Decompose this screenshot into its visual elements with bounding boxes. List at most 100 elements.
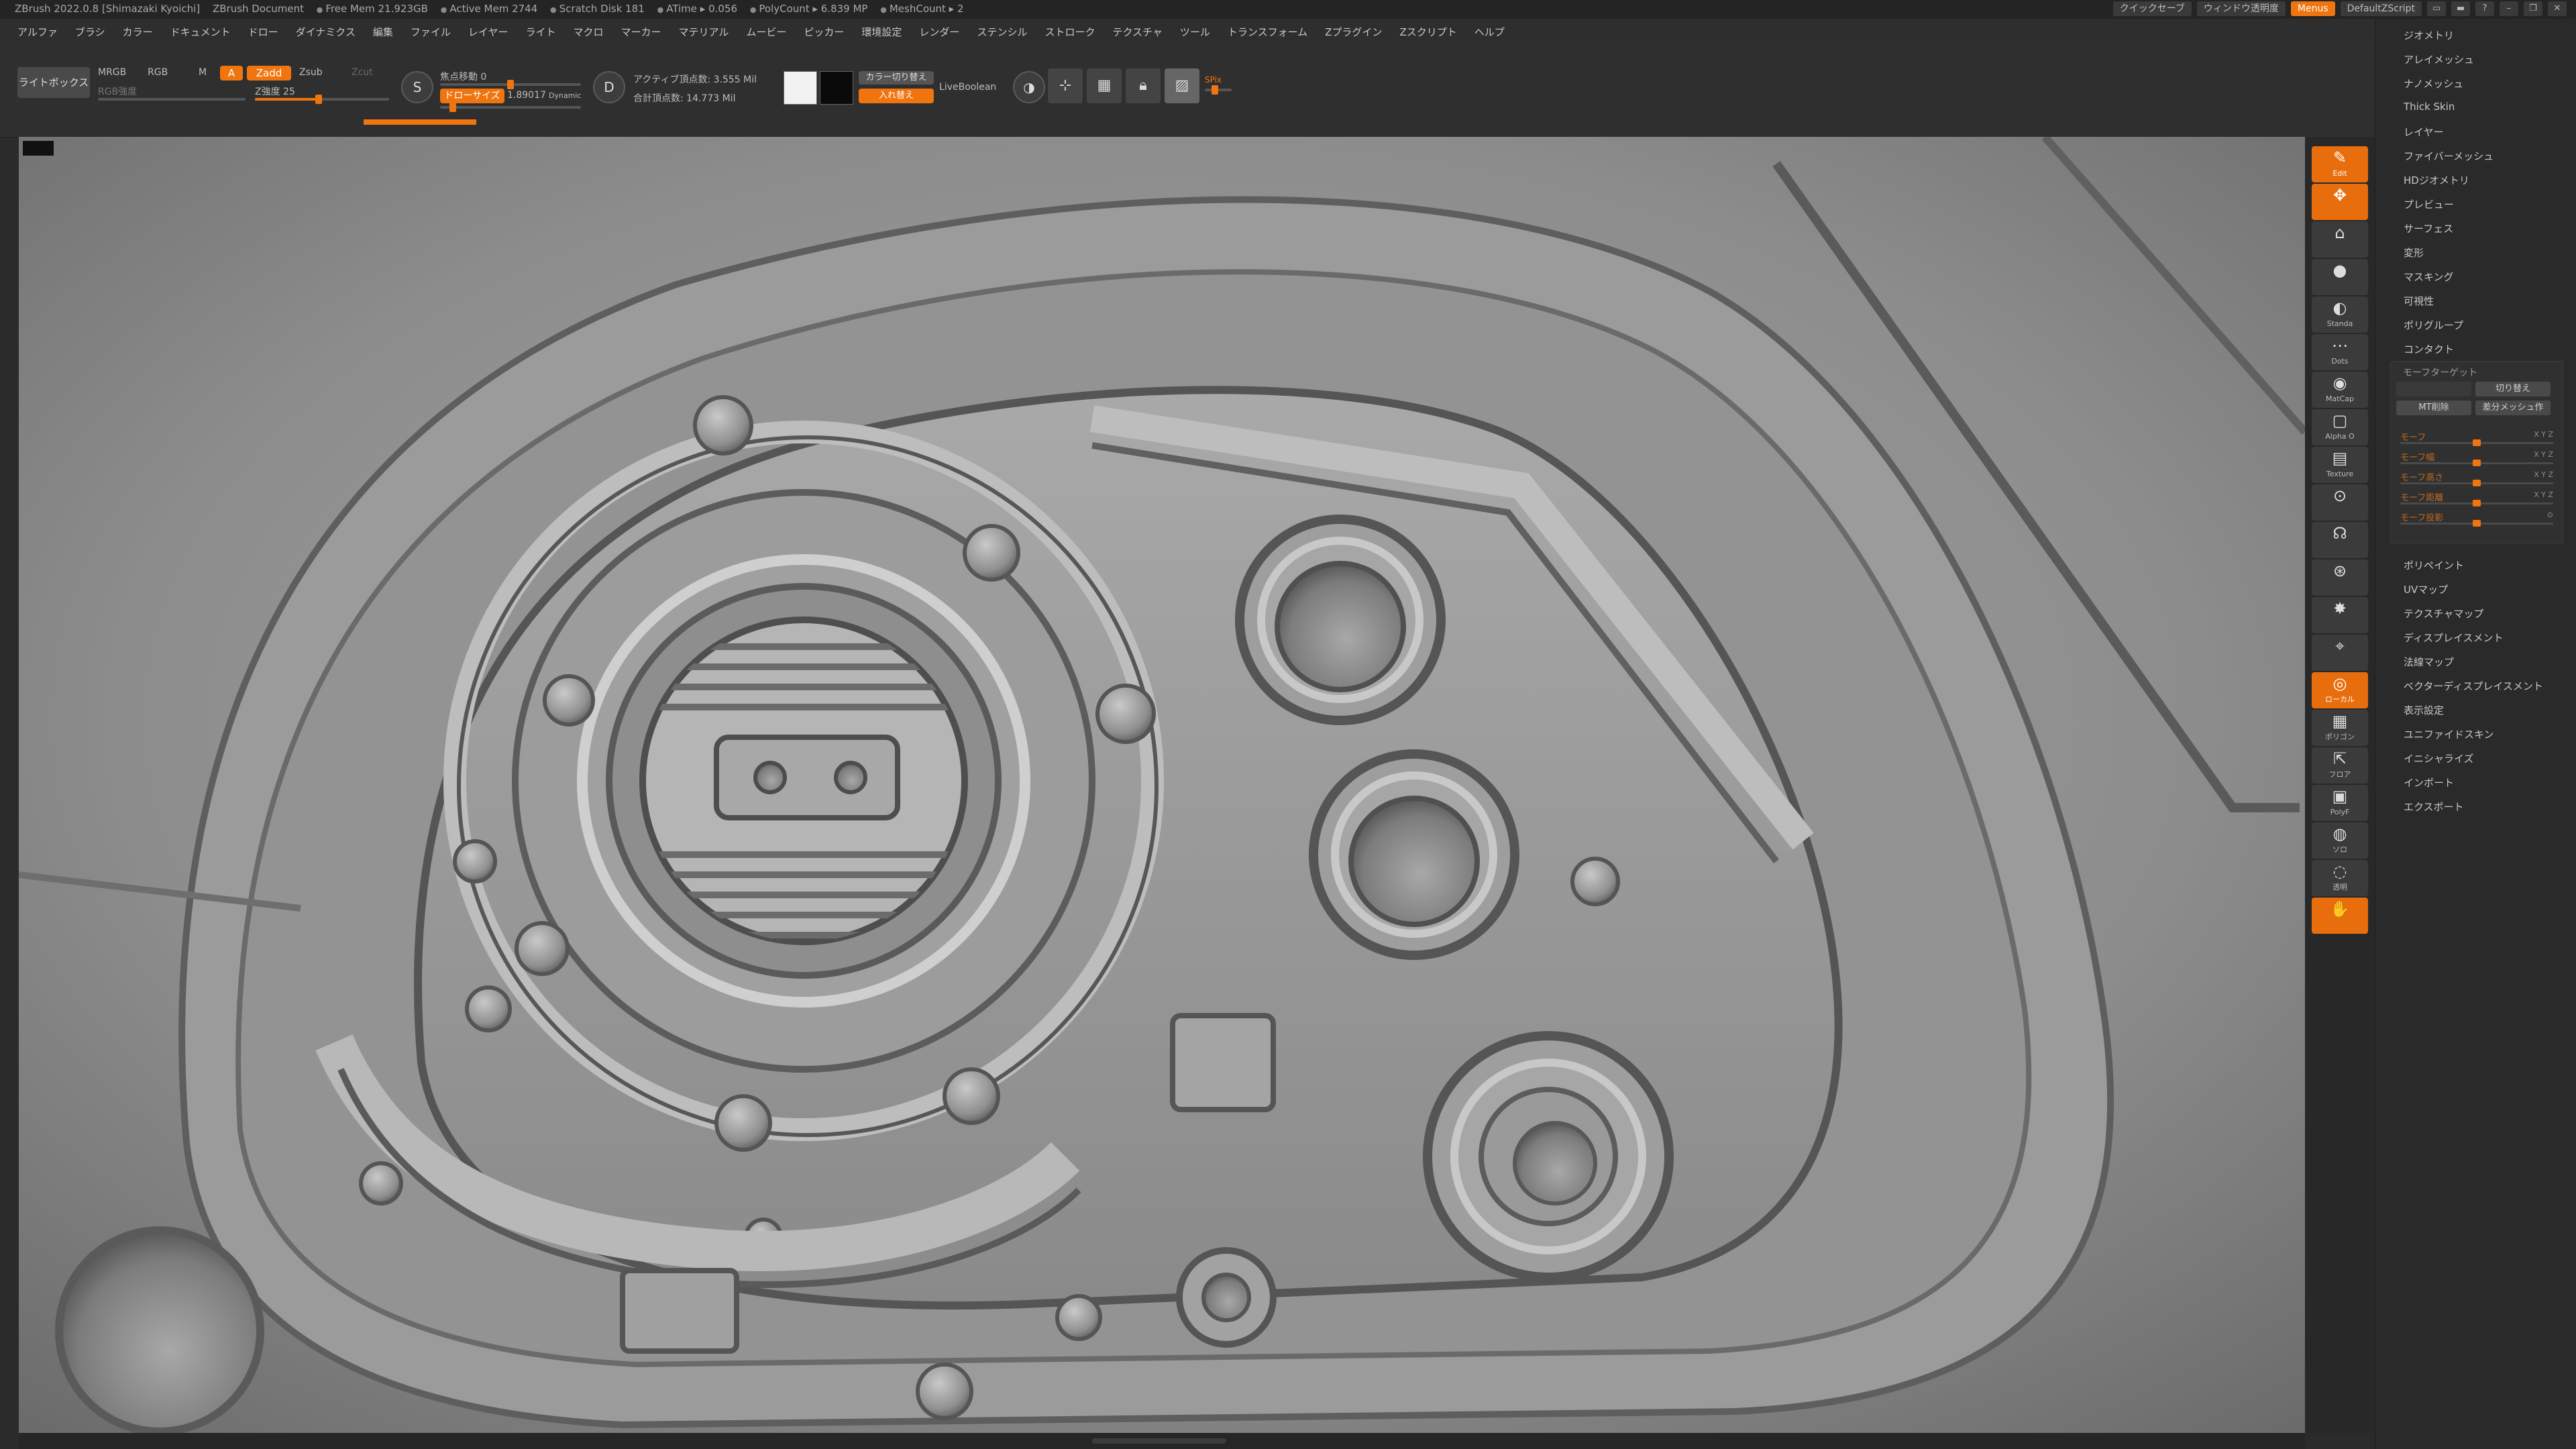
rgb-intensity-slider[interactable]: [98, 98, 246, 101]
morph-slider-row[interactable]: モーフ高さ X Y Z: [2396, 469, 2557, 486]
quicksave-button[interactable]: クイックセーブ: [2112, 1, 2192, 16]
palette-item[interactable]: ファイバーメッシュ: [2404, 149, 2493, 163]
palette-item[interactable]: 変形: [2404, 246, 2424, 260]
morph-slider-row[interactable]: モーフ距離 X Y Z: [2396, 489, 2557, 506]
tool-button[interactable]: ▣ PolyF: [2312, 785, 2368, 821]
menu-item[interactable]: マテリアル: [679, 25, 729, 39]
tool-button[interactable]: ☊: [2312, 522, 2368, 558]
menu-item[interactable]: カラー: [123, 25, 153, 39]
morph-slider-knob[interactable]: [2473, 460, 2481, 466]
tool-button[interactable]: ✋: [2312, 898, 2368, 934]
tool-button[interactable]: ⌖: [2312, 635, 2368, 671]
menu-item[interactable]: ヘルプ: [1474, 25, 1505, 39]
menu-item[interactable]: ストローク: [1044, 25, 1095, 39]
menu-item[interactable]: ダイナミクス: [296, 25, 356, 39]
tool-button[interactable]: ✸: [2312, 597, 2368, 633]
layout-icon[interactable]: ▭: [2427, 1, 2446, 16]
palette-item[interactable]: レイヤー: [2404, 125, 2444, 139]
palette-item[interactable]: コンタクト: [2404, 342, 2454, 356]
dynamesh-icon[interactable]: ⊹: [1048, 68, 1083, 103]
menu-item[interactable]: 編集: [373, 25, 393, 39]
palette-item[interactable]: インポート: [2404, 775, 2454, 790]
dynamic-toggle[interactable]: Dynamic: [549, 91, 582, 100]
tool-button[interactable]: ●: [2312, 259, 2368, 295]
secondary-color-swatch[interactable]: [820, 71, 853, 105]
tool-button[interactable]: ✥: [2312, 184, 2368, 220]
palette-item[interactable]: サーフェス: [2404, 221, 2453, 235]
palette-item[interactable]: ポリグループ: [2404, 318, 2463, 332]
palette-item[interactable]: ポリペイント: [2404, 558, 2464, 572]
tool-button[interactable]: ⌂: [2312, 221, 2368, 258]
morph-slider-row[interactable]: モーフ X Y Z: [2396, 429, 2557, 446]
symmetry-d-icon[interactable]: D: [593, 71, 625, 103]
morph-axis-toggle[interactable]: ⊙: [2547, 511, 2553, 519]
morph-axis-toggle[interactable]: X Y Z: [2534, 470, 2553, 479]
mrgb-button[interactable]: MRGB: [98, 67, 126, 78]
palette-item[interactable]: ディスプレイスメント: [2404, 631, 2504, 645]
diff-mesh-button[interactable]: 差分メッシュ作: [2475, 400, 2551, 415]
menu-item[interactable]: レンダー: [919, 25, 959, 39]
palette-item[interactable]: 法線マップ: [2404, 655, 2454, 669]
morph-slider-row[interactable]: モーフ投影 ⊙: [2396, 509, 2557, 527]
close-icon[interactable]: ✕: [2548, 1, 2567, 16]
lock-icon[interactable]: 🔒︎: [1126, 68, 1161, 103]
tool-button[interactable]: ✎ Edit: [2312, 146, 2368, 182]
menu-item[interactable]: 環境設定: [861, 25, 902, 39]
morph-switch-button[interactable]: 切り替え: [2475, 382, 2551, 396]
zcut-button[interactable]: Zcut: [352, 67, 373, 78]
menu-item[interactable]: トランスフォーム: [1228, 25, 1307, 39]
palette-item[interactable]: マスキング: [2404, 270, 2454, 284]
morph-slider-knob[interactable]: [2473, 480, 2481, 486]
restore-icon[interactable]: ❐: [2524, 1, 2542, 16]
menu-item[interactable]: ピッカー: [804, 25, 844, 39]
morph-slider-knob[interactable]: [2473, 520, 2481, 527]
window-transparency-button[interactable]: ウィンドウ透明度: [2196, 1, 2286, 16]
morph-axis-toggle[interactable]: X Y Z: [2534, 430, 2553, 439]
palette-item[interactable]: アレイメッシュ: [2404, 52, 2474, 66]
help-icon[interactable]: ?: [2475, 1, 2494, 16]
color-switch-button[interactable]: カラー切り替え: [859, 71, 934, 85]
morph-axis-toggle[interactable]: X Y Z: [2534, 450, 2553, 459]
tool-button[interactable]: ◌ 透明: [2312, 860, 2368, 896]
palette-item[interactable]: プレビュー: [2404, 197, 2454, 211]
menu-item[interactable]: ツール: [1180, 25, 1210, 39]
live-boolean-toggle[interactable]: LiveBoolean: [939, 82, 996, 93]
palette-item[interactable]: テクスチャマップ: [2404, 606, 2483, 621]
menus-button[interactable]: Menus: [2290, 1, 2335, 16]
menu-item[interactable]: アルファ: [17, 25, 58, 39]
menu-item[interactable]: レイヤー: [468, 25, 508, 39]
palette-item[interactable]: ナノメッシュ: [2404, 76, 2463, 91]
tool-button[interactable]: ◐ Standa: [2312, 297, 2368, 333]
menu-item[interactable]: Zスクリプト: [1399, 25, 1456, 39]
tool-button[interactable]: ⇱ フロア: [2312, 747, 2368, 784]
m-button[interactable]: M: [199, 67, 207, 78]
tool-button[interactable]: ⊛: [2312, 559, 2368, 596]
symmetry-s-icon[interactable]: S: [401, 71, 433, 103]
palette-item[interactable]: UVマップ: [2404, 582, 2448, 596]
palette-item[interactable]: HDジオメトリ: [2404, 173, 2469, 187]
z-intensity-slider[interactable]: [255, 95, 389, 104]
canvas-viewport[interactable]: [19, 137, 2305, 1433]
main-color-swatch[interactable]: [784, 71, 817, 105]
zsub-button[interactable]: Zsub: [299, 67, 323, 78]
draw-size-value[interactable]: 1.89017: [507, 90, 546, 101]
menu-item[interactable]: ドロー: [248, 25, 278, 39]
palette-item[interactable]: ユニファイドスキン: [2404, 727, 2494, 741]
palette-item[interactable]: イニシャライズ: [2404, 751, 2474, 765]
focal-shift-slider[interactable]: [440, 80, 581, 89]
menu-item[interactable]: Zプラグイン: [1325, 25, 1382, 39]
morph-slider-knob[interactable]: [2473, 500, 2481, 506]
zadd-button[interactable]: Zadd: [247, 66, 291, 80]
tool-button[interactable]: ◍ ソロ: [2312, 822, 2368, 859]
mt-delete-button[interactable]: MT削除: [2396, 400, 2471, 415]
default-zscript-button[interactable]: DefaultZScript: [2340, 1, 2422, 16]
tool-button[interactable]: ⋯ Dots: [2312, 334, 2368, 370]
a-button[interactable]: A: [220, 66, 243, 80]
menu-item[interactable]: マクロ: [573, 25, 603, 39]
menu-item[interactable]: ムービー: [746, 25, 786, 39]
palette-item[interactable]: Thick Skin: [2404, 101, 2455, 113]
sphere-icon[interactable]: ◑: [1013, 71, 1045, 103]
morph-store-button[interactable]: [2396, 382, 2471, 396]
tool-button[interactable]: ◉ MatCap: [2312, 372, 2368, 408]
rgb-button[interactable]: RGB: [148, 67, 168, 78]
